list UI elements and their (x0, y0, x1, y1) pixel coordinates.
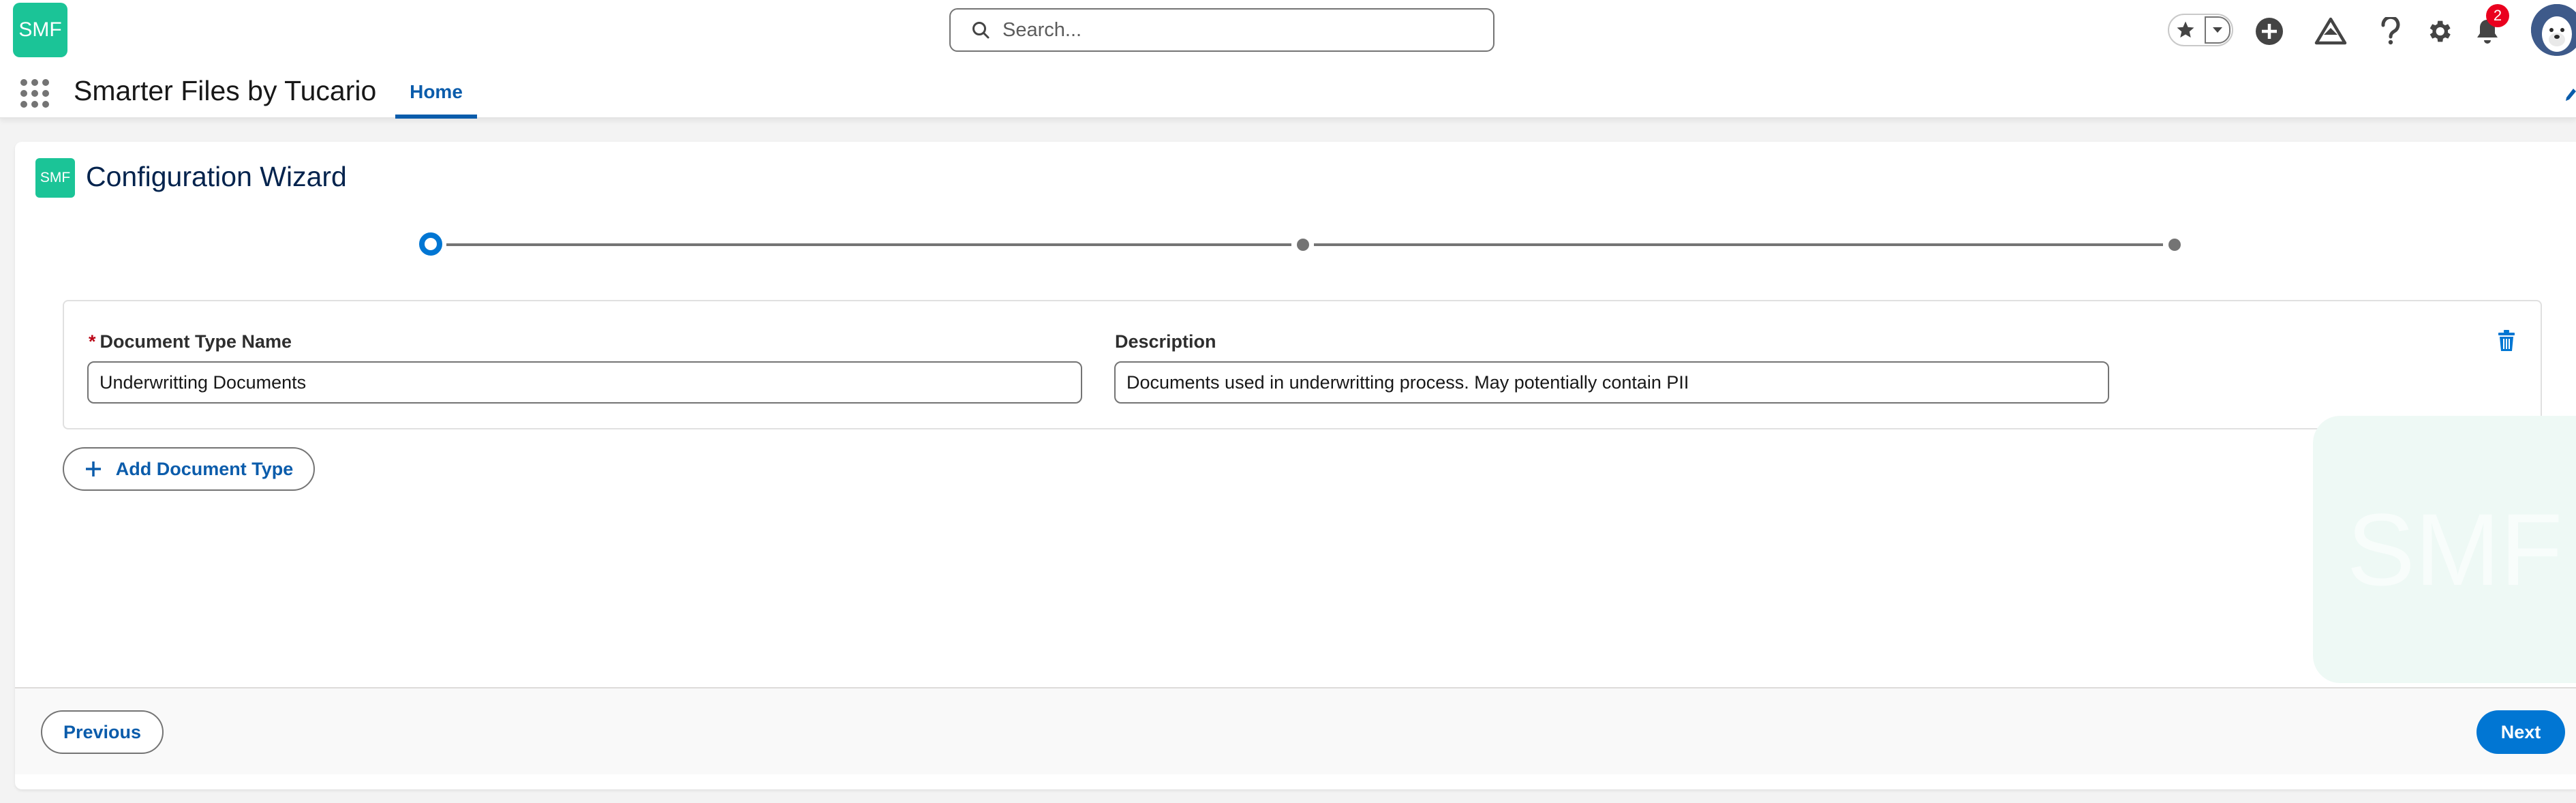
gear-icon[interactable] (2421, 14, 2457, 49)
progress-line-1 (446, 243, 1291, 246)
description-label: Description (1115, 331, 1216, 352)
label-text: Document Type Name (99, 331, 292, 352)
wizard-footer (15, 687, 2576, 774)
search-icon (972, 22, 990, 39)
app-name: Smarter Files by Tucario (74, 75, 377, 106)
star-icon[interactable] (2169, 15, 2202, 45)
add-icon[interactable] (2252, 14, 2287, 49)
app-nav-bar: Smarter Files by Tucario Home (0, 65, 2576, 119)
search-input[interactable] (1002, 18, 1479, 42)
app-launcher-icon[interactable] (19, 78, 50, 109)
chevron-down-icon[interactable] (2205, 16, 2230, 44)
trailhead-icon[interactable] (2313, 14, 2348, 49)
required-marker: * (89, 331, 96, 352)
next-button[interactable]: Next (2477, 710, 2565, 754)
wizard-logo: SMF (35, 158, 75, 198)
add-document-type-button[interactable]: Add Document Type (63, 447, 315, 491)
delete-icon[interactable] (2497, 330, 2516, 352)
global-header: SMF 2 (0, 0, 2576, 65)
page-title: Configuration Wizard (86, 161, 347, 192)
smf-watermark: SMF (2313, 416, 2576, 683)
app-logo[interactable]: SMF (13, 3, 67, 57)
add-document-type-label: Add Document Type (115, 458, 294, 479)
plus-icon (85, 461, 101, 476)
edit-nav-icon[interactable] (2565, 87, 2576, 106)
global-search[interactable] (949, 8, 1494, 52)
progress-step-1[interactable] (419, 232, 442, 256)
previous-button[interactable]: Previous (41, 710, 164, 754)
description-input[interactable] (1114, 361, 2109, 404)
document-type-name-input[interactable] (87, 361, 1082, 404)
help-icon[interactable] (2373, 14, 2408, 49)
progress-step-2[interactable] (1297, 239, 1309, 251)
avatar[interactable] (2531, 4, 2576, 56)
watermark-text: SMF (2346, 491, 2563, 607)
favorites-group (2168, 14, 2233, 46)
tab-home[interactable]: Home (395, 65, 477, 119)
document-type-name-label: * Document Type Name (89, 331, 292, 352)
notification-badge: 2 (2486, 4, 2509, 27)
progress-step-3[interactable] (2168, 239, 2181, 251)
progress-line-2 (1314, 243, 2163, 246)
